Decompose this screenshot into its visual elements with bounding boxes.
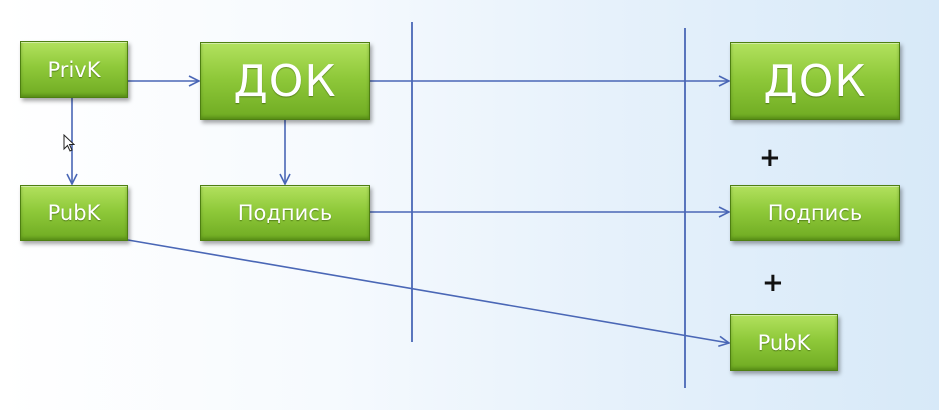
privk-label: PrivK bbox=[47, 57, 101, 82]
edge-pubk-to-pubk-right bbox=[127, 239, 729, 343]
sign-box-right: Подпись bbox=[730, 185, 900, 241]
doc-box-left: ДОК bbox=[200, 42, 370, 120]
plus-sign-1: + bbox=[759, 143, 781, 173]
sign-left-label: Подпись bbox=[237, 201, 333, 225]
doc-right-label: ДОК bbox=[763, 55, 867, 107]
privk-box: PrivK bbox=[20, 41, 128, 98]
diagram: PrivK PubK ДОК Подпись ДОК + Подпись + P… bbox=[0, 0, 939, 410]
doc-left-label: ДОК bbox=[233, 55, 337, 107]
doc-box-right: ДОК bbox=[730, 42, 900, 120]
pubk-box-left: PubK bbox=[20, 185, 128, 241]
mouse-pointer-icon bbox=[63, 134, 75, 152]
sign-right-label: Подпись bbox=[767, 201, 863, 225]
pubk-right-label: PubK bbox=[757, 330, 811, 355]
pubk-left-label: PubK bbox=[47, 201, 101, 225]
plus-sign-2: + bbox=[762, 268, 784, 298]
sign-box-left: Подпись bbox=[200, 185, 370, 241]
pubk-box-right: PubK bbox=[730, 314, 838, 371]
